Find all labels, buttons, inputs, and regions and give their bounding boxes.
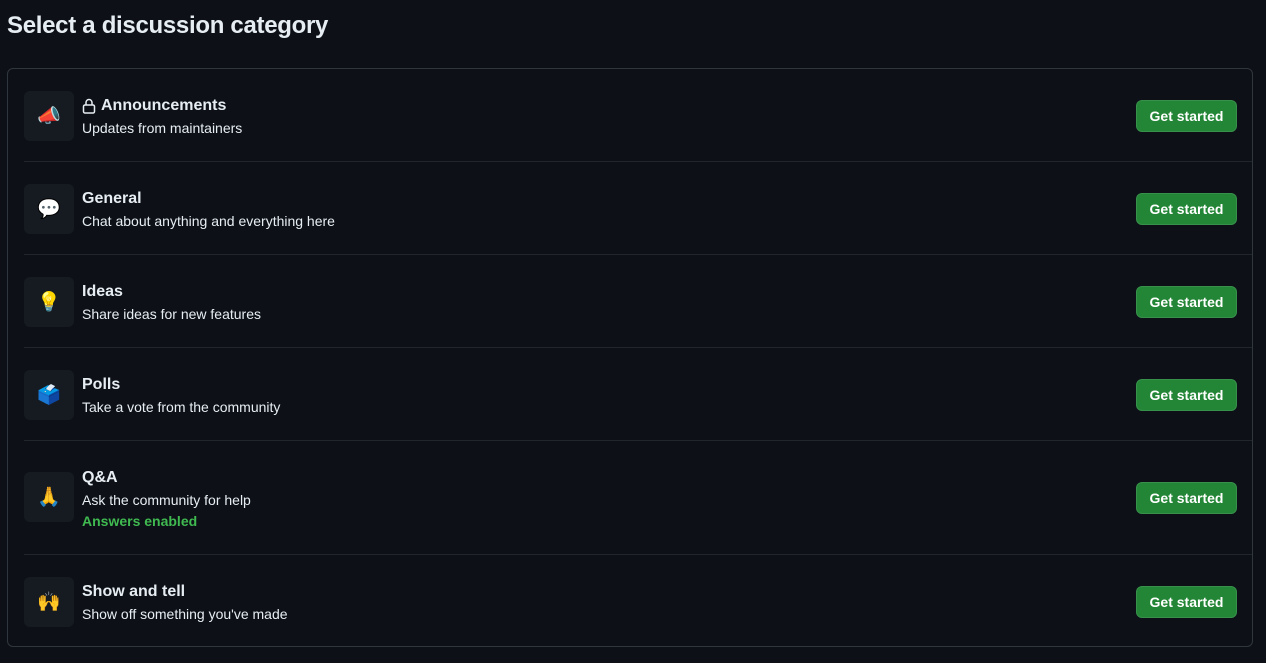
category-title[interactable]: Polls [82, 375, 280, 395]
get-started-button[interactable]: Get started [1136, 193, 1237, 225]
category-description: Take a vote from the community [82, 399, 281, 415]
category-title[interactable]: Announcements [82, 96, 242, 116]
category-text: Announcements Updates from maintainers [82, 96, 242, 137]
category-row-general[interactable]: 💬 General Chat about anything and everyt… [24, 162, 1252, 255]
page-title: Select a discussion category [7, 12, 329, 39]
get-started-button[interactable]: Get started [1136, 482, 1237, 514]
get-started-button[interactable]: Get started [1136, 100, 1237, 132]
megaphone-icon: 📣 [24, 91, 74, 141]
speech-bubble-icon: 💬 [24, 184, 74, 234]
category-description: Chat about anything and everything here [82, 213, 335, 229]
category-description: Ask the community for help [82, 492, 251, 508]
category-title[interactable]: Ideas [82, 282, 261, 302]
category-list: 📣 Announcements Updates from maintainers… [7, 68, 1253, 647]
folded-hands-icon: 🙏 [24, 472, 74, 522]
get-started-button[interactable]: Get started [1136, 586, 1237, 618]
category-description: Share ideas for new features [82, 306, 261, 322]
category-title-label: Announcements [101, 97, 227, 114]
ballot-box-icon: 🗳️ [24, 370, 74, 420]
light-bulb-icon: 💡 [24, 277, 74, 327]
category-text: Polls Take a vote from the community [82, 375, 280, 416]
get-started-button[interactable]: Get started [1136, 379, 1237, 411]
category-title[interactable]: Show and tell [82, 582, 288, 602]
category-title[interactable]: Q&A [82, 468, 251, 488]
category-row-show-and-tell[interactable]: 🙌 Show and tell Show off something you'v… [24, 555, 1252, 646]
category-text: Show and tell Show off something you've … [82, 582, 288, 623]
answers-enabled-label: Answers enabled [82, 513, 198, 529]
category-description: Updates from maintainers [82, 120, 243, 136]
category-text: Ideas Share ideas for new features [82, 282, 261, 323]
raising-hands-icon: 🙌 [24, 577, 74, 627]
lock-icon [82, 98, 96, 114]
category-description: Show off something you've made [82, 606, 288, 622]
category-text: Q&A Ask the community for help Answers e… [82, 468, 251, 530]
category-text: General Chat about anything and everythi… [82, 189, 335, 230]
category-row-qa[interactable]: 🙏 Q&A Ask the community for help Answers… [24, 441, 1252, 555]
get-started-button[interactable]: Get started [1136, 286, 1237, 318]
category-row-announcements[interactable]: 📣 Announcements Updates from maintainers… [24, 69, 1252, 162]
category-row-polls[interactable]: 🗳️ Polls Take a vote from the community … [24, 348, 1252, 441]
category-title[interactable]: General [82, 189, 335, 209]
category-row-ideas[interactable]: 💡 Ideas Share ideas for new features Get… [24, 255, 1252, 348]
